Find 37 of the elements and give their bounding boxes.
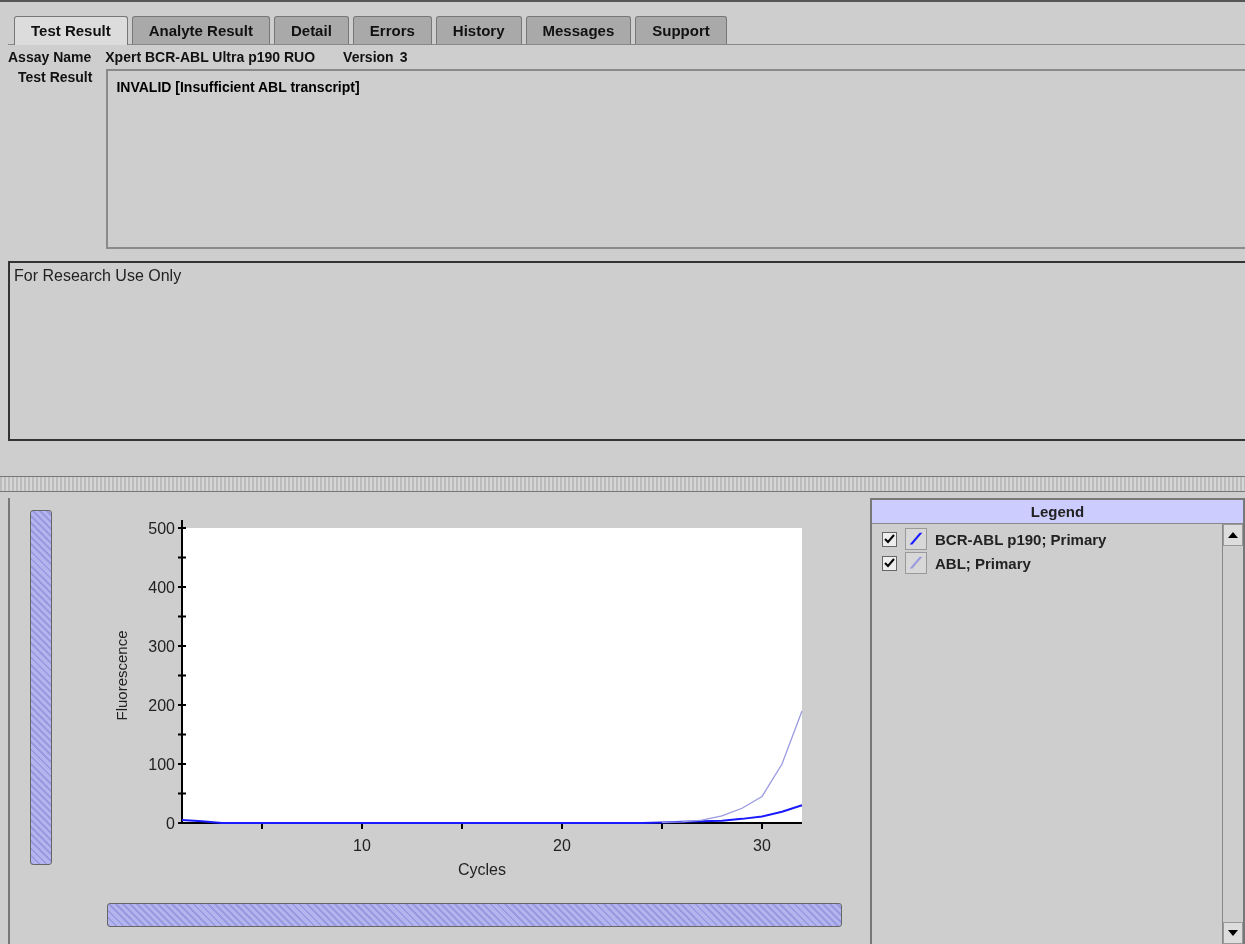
tab[interactable]: Messages <box>525 16 632 44</box>
tick-label: 200 <box>148 697 175 714</box>
tick-label: 300 <box>148 638 175 655</box>
tab[interactable]: History <box>435 16 522 44</box>
tick-label: 20 <box>553 837 571 854</box>
up-arrow-icon[interactable] <box>1228 532 1238 538</box>
axis-title: Fluorescence <box>113 630 130 721</box>
legend-label: BCR-ABL p190; Primary <box>935 530 1107 548</box>
notes-field: For Research Use Only <box>8 261 1245 441</box>
field-label: Version <box>343 49 394 65</box>
tick-label: 0 <box>166 815 175 832</box>
tab[interactable]: Detail <box>273 16 349 44</box>
line-swatch-icon <box>905 528 927 550</box>
tick-label: 30 <box>753 837 771 854</box>
assay-name: Xpert BCR-ABL Ultra p190 RUO <box>105 49 316 65</box>
axis-title: Cycles <box>458 861 506 878</box>
down-arrow-icon[interactable] <box>1228 930 1238 936</box>
legend-label: ABL; Primary <box>935 554 1031 572</box>
version-number: 3 <box>399 49 408 65</box>
tick-label: 500 <box>148 520 175 537</box>
tick-label: 10 <box>353 837 371 854</box>
field-label: Test Result <box>18 69 93 87</box>
scrollbar[interactable] <box>1222 524 1243 944</box>
tab[interactable]: Test Result <box>14 16 128 45</box>
vertical-range-scrollbar[interactable] <box>30 510 52 865</box>
tab[interactable]: Support <box>635 16 727 44</box>
checkbox[interactable] <box>882 555 897 571</box>
horizontal-range-scrollbar[interactable] <box>107 903 842 927</box>
legend-title: Legend <box>872 500 1243 524</box>
checkbox[interactable] <box>882 531 897 547</box>
line-swatch-icon <box>905 552 927 574</box>
tab[interactable]: Analyte Result <box>131 16 270 44</box>
tab[interactable]: Errors <box>352 16 432 44</box>
tick-label: 100 <box>148 756 175 773</box>
test-result-field: INVALID [Insufficient ABL transcript] <box>106 69 1245 249</box>
tick-label: 400 <box>148 579 175 596</box>
field-label: Assay Name <box>8 49 92 65</box>
